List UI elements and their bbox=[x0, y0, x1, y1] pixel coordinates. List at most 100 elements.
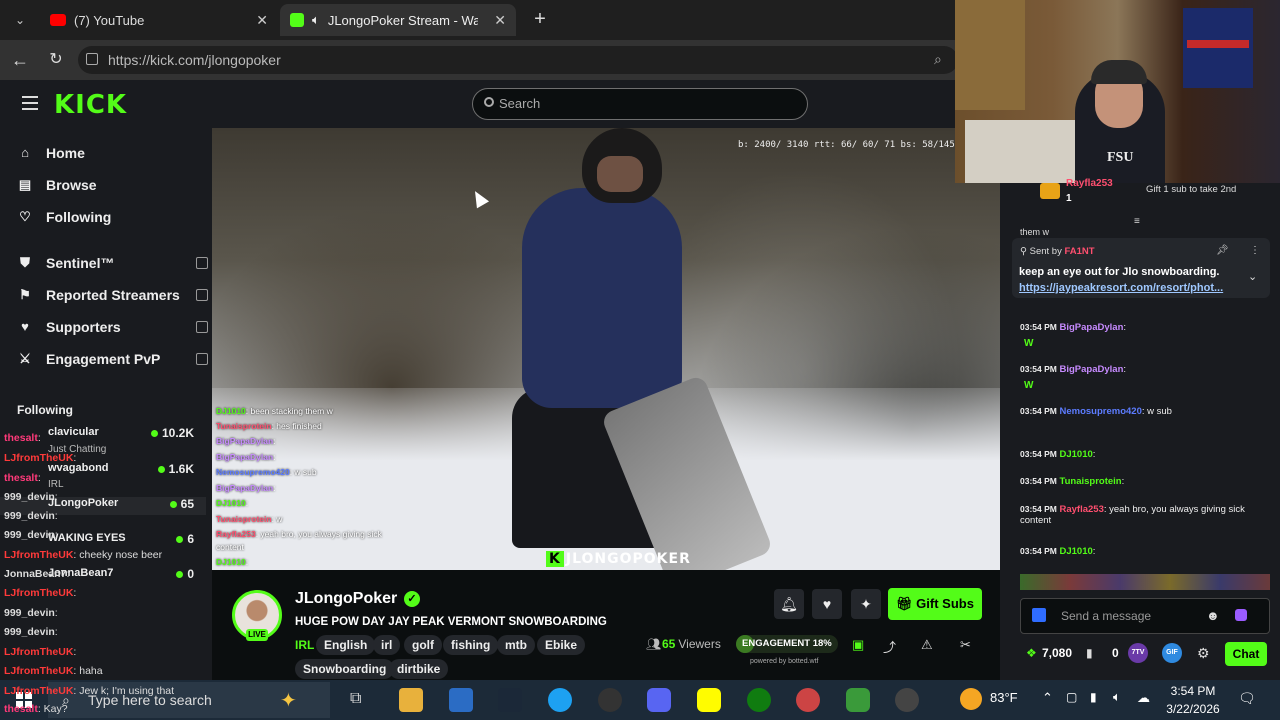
app-icon[interactable] bbox=[846, 688, 870, 712]
store-icon[interactable] bbox=[449, 688, 473, 712]
streamer-name[interactable]: JLongoPoker bbox=[295, 590, 397, 608]
back-arrow-icon[interactable]: ← bbox=[10, 50, 30, 70]
sidebar-item-home[interactable]: ⌂ Home bbox=[18, 141, 208, 165]
tab-youtube[interactable]: (7) YouTube ✕ bbox=[40, 4, 278, 36]
engagement-label: ENGAGEMENT 18% bbox=[742, 638, 832, 649]
tray-app-icon[interactable]: ▢ bbox=[1066, 690, 1077, 704]
network-icon[interactable]: ☁ bbox=[1137, 690, 1150, 706]
settings-gear-icon[interactable]: ⚙ bbox=[1197, 645, 1210, 662]
sidebar-item-following[interactable]: ♡ Following bbox=[18, 205, 208, 229]
channel-points[interactable]: 7,080 bbox=[1042, 646, 1072, 660]
sidebar-item-engagement-pvp[interactable]: ⚔ Engagement PvP bbox=[18, 347, 208, 371]
tray-chevron-up-icon[interactable]: ⌃ bbox=[1042, 690, 1053, 706]
reload-icon[interactable]: ↻ bbox=[46, 50, 66, 70]
webcam-hat bbox=[1091, 60, 1147, 84]
browse-icon: ▤ bbox=[18, 177, 32, 192]
external-link-icon bbox=[196, 353, 208, 365]
overlay-chat-line: LJfromTheUK: bbox=[4, 452, 77, 464]
gift-subs-button[interactable]: 🎁︎ Gift Subs bbox=[888, 588, 982, 620]
clip-icon[interactable]: ✂ bbox=[960, 637, 971, 653]
discord-icon[interactable] bbox=[647, 688, 671, 712]
kick-favicon-icon bbox=[290, 13, 304, 27]
tag[interactable]: irl bbox=[373, 635, 401, 655]
tag[interactable]: English bbox=[316, 635, 376, 655]
weather-temp[interactable]: 83°F bbox=[990, 690, 1018, 705]
search-icon bbox=[484, 97, 494, 107]
chat-input[interactable]: Send a message bbox=[1020, 598, 1270, 634]
sparkle-button[interactable]: ✦ bbox=[851, 589, 881, 619]
category-link[interactable]: IRL bbox=[295, 638, 314, 652]
pin-icon[interactable]: 📌︎ bbox=[1216, 245, 1229, 256]
gift-leader-name: Rayfla253 bbox=[1066, 178, 1113, 189]
edge-icon[interactable] bbox=[548, 688, 572, 712]
volume-icon[interactable]: 🔈︎ bbox=[1113, 689, 1121, 705]
chat-send-button[interactable]: Chat bbox=[1225, 642, 1267, 666]
tab-list-chevron-icon[interactable]: ⌄ bbox=[8, 10, 32, 30]
tab-kick-stream[interactable]: 🔈︎ JLongoPoker Stream - Watch ✕ bbox=[280, 4, 516, 36]
sidebar-item-browse[interactable]: ▤ Browse bbox=[18, 173, 208, 197]
flag-icon: ⚑ bbox=[19, 287, 31, 302]
speaker-icon[interactable]: 🔈︎ bbox=[312, 12, 320, 28]
sparkle-icon: ✦ bbox=[860, 596, 872, 612]
pinned-link[interactable]: https://jaypeakresort.com/resort/phot... bbox=[1019, 282, 1223, 294]
kick-logo[interactable]: KICK bbox=[54, 90, 127, 120]
chevron-down-icon[interactable]: ⌄ bbox=[1248, 270, 1257, 283]
url-input[interactable]: https://kick.com/jlongopoker bbox=[78, 46, 958, 74]
taskbar-date[interactable]: 3/22/2026 bbox=[1163, 702, 1223, 716]
video-chat-line: BigPapaDylan: bbox=[216, 483, 276, 493]
taskbar-time[interactable]: 3:54 PM bbox=[1163, 684, 1223, 698]
sidebar-item-label: Reported Streamers bbox=[46, 287, 180, 303]
xbox-icon[interactable] bbox=[747, 688, 771, 712]
follow-heart-button[interactable]: ♥ bbox=[812, 589, 842, 619]
task-view-icon[interactable]: ⧉ bbox=[350, 690, 361, 708]
sidebar-item-sentinel[interactable]: ⛊ Sentinel™ bbox=[18, 251, 208, 275]
gift-prompt[interactable]: Gift 1 sub to take 2nd bbox=[1146, 184, 1236, 195]
close-tab-icon[interactable]: ✕ bbox=[494, 12, 506, 29]
stream-stats-overlay: b: 2400/ 3140 rtt: 66/ 60/ 71 bs: 58/145… bbox=[738, 140, 961, 150]
weather-sun-icon bbox=[960, 688, 982, 710]
video-chat-line: DJ1010: been stacking them w bbox=[216, 406, 333, 416]
gif-badge[interactable]: GIF bbox=[1162, 643, 1182, 663]
report-warning-icon[interactable]: ⚠ bbox=[921, 637, 933, 653]
app-icon[interactable] bbox=[796, 688, 820, 712]
emote-bar[interactable] bbox=[1020, 574, 1270, 590]
heart-icon: ♥ bbox=[21, 319, 29, 334]
search-input[interactable]: Search bbox=[472, 88, 808, 120]
notification-bell-button[interactable]: 🔔︎ bbox=[774, 589, 804, 619]
close-tab-icon[interactable]: ✕ bbox=[256, 12, 268, 29]
tag[interactable]: golf bbox=[404, 635, 442, 655]
home-icon: ⌂ bbox=[21, 145, 29, 160]
new-tab-plus-icon[interactable]: + bbox=[528, 8, 552, 32]
collapse-icon[interactable]: ≡ bbox=[1134, 216, 1140, 227]
usb-icon[interactable]: ▮ bbox=[1090, 690, 1097, 704]
snapchat-icon[interactable] bbox=[697, 688, 721, 712]
tag[interactable]: dirtbike bbox=[389, 659, 449, 679]
more-options-icon[interactable]: ⋮ bbox=[1250, 245, 1260, 256]
youtube-icon bbox=[50, 14, 66, 26]
emoji-icon[interactable]: ☻ bbox=[1206, 608, 1220, 623]
chart-icon[interactable]: ▣ bbox=[852, 637, 864, 653]
site-info-icon[interactable] bbox=[86, 53, 98, 65]
zoom-icon[interactable]: ⌕ bbox=[934, 51, 942, 68]
steam-icon[interactable] bbox=[498, 688, 522, 712]
menu-hamburger-icon[interactable] bbox=[22, 96, 38, 110]
sidebar-item-reported[interactable]: ⚑ Reported Streamers bbox=[18, 283, 208, 307]
notifications-icon[interactable]: 🗨︎ bbox=[1238, 690, 1256, 707]
video-player[interactable]: b: 2400/ 3140 rtt: 66/ 60/ 71 bs: 58/145… bbox=[212, 128, 1000, 570]
video-scene-snowboarder bbox=[522, 188, 682, 408]
tag[interactable]: fishing bbox=[443, 635, 499, 655]
app-icon[interactable] bbox=[895, 688, 919, 712]
file-explorer-icon[interactable] bbox=[399, 688, 423, 712]
share-icon[interactable]: ⤴ bbox=[883, 637, 896, 656]
stream-watermark: K JLONGOPOKER bbox=[546, 551, 691, 567]
tag[interactable]: Ebike bbox=[537, 635, 586, 655]
extension-icon[interactable] bbox=[1235, 609, 1247, 621]
7tv-badge[interactable]: 7TV bbox=[1128, 643, 1148, 663]
overlay-chat-line: 999_devin: bbox=[4, 510, 58, 522]
tag[interactable]: Snowboarding bbox=[295, 659, 395, 679]
sidebar-item-supporters[interactable]: ♥ Supporters bbox=[18, 315, 208, 339]
chat-message: 03:54 PM BigPapaDylan: bbox=[1020, 322, 1127, 333]
obs-icon[interactable] bbox=[598, 688, 622, 712]
gift-leader-badge-icon bbox=[1040, 183, 1060, 199]
tag[interactable]: mtb bbox=[497, 635, 535, 655]
